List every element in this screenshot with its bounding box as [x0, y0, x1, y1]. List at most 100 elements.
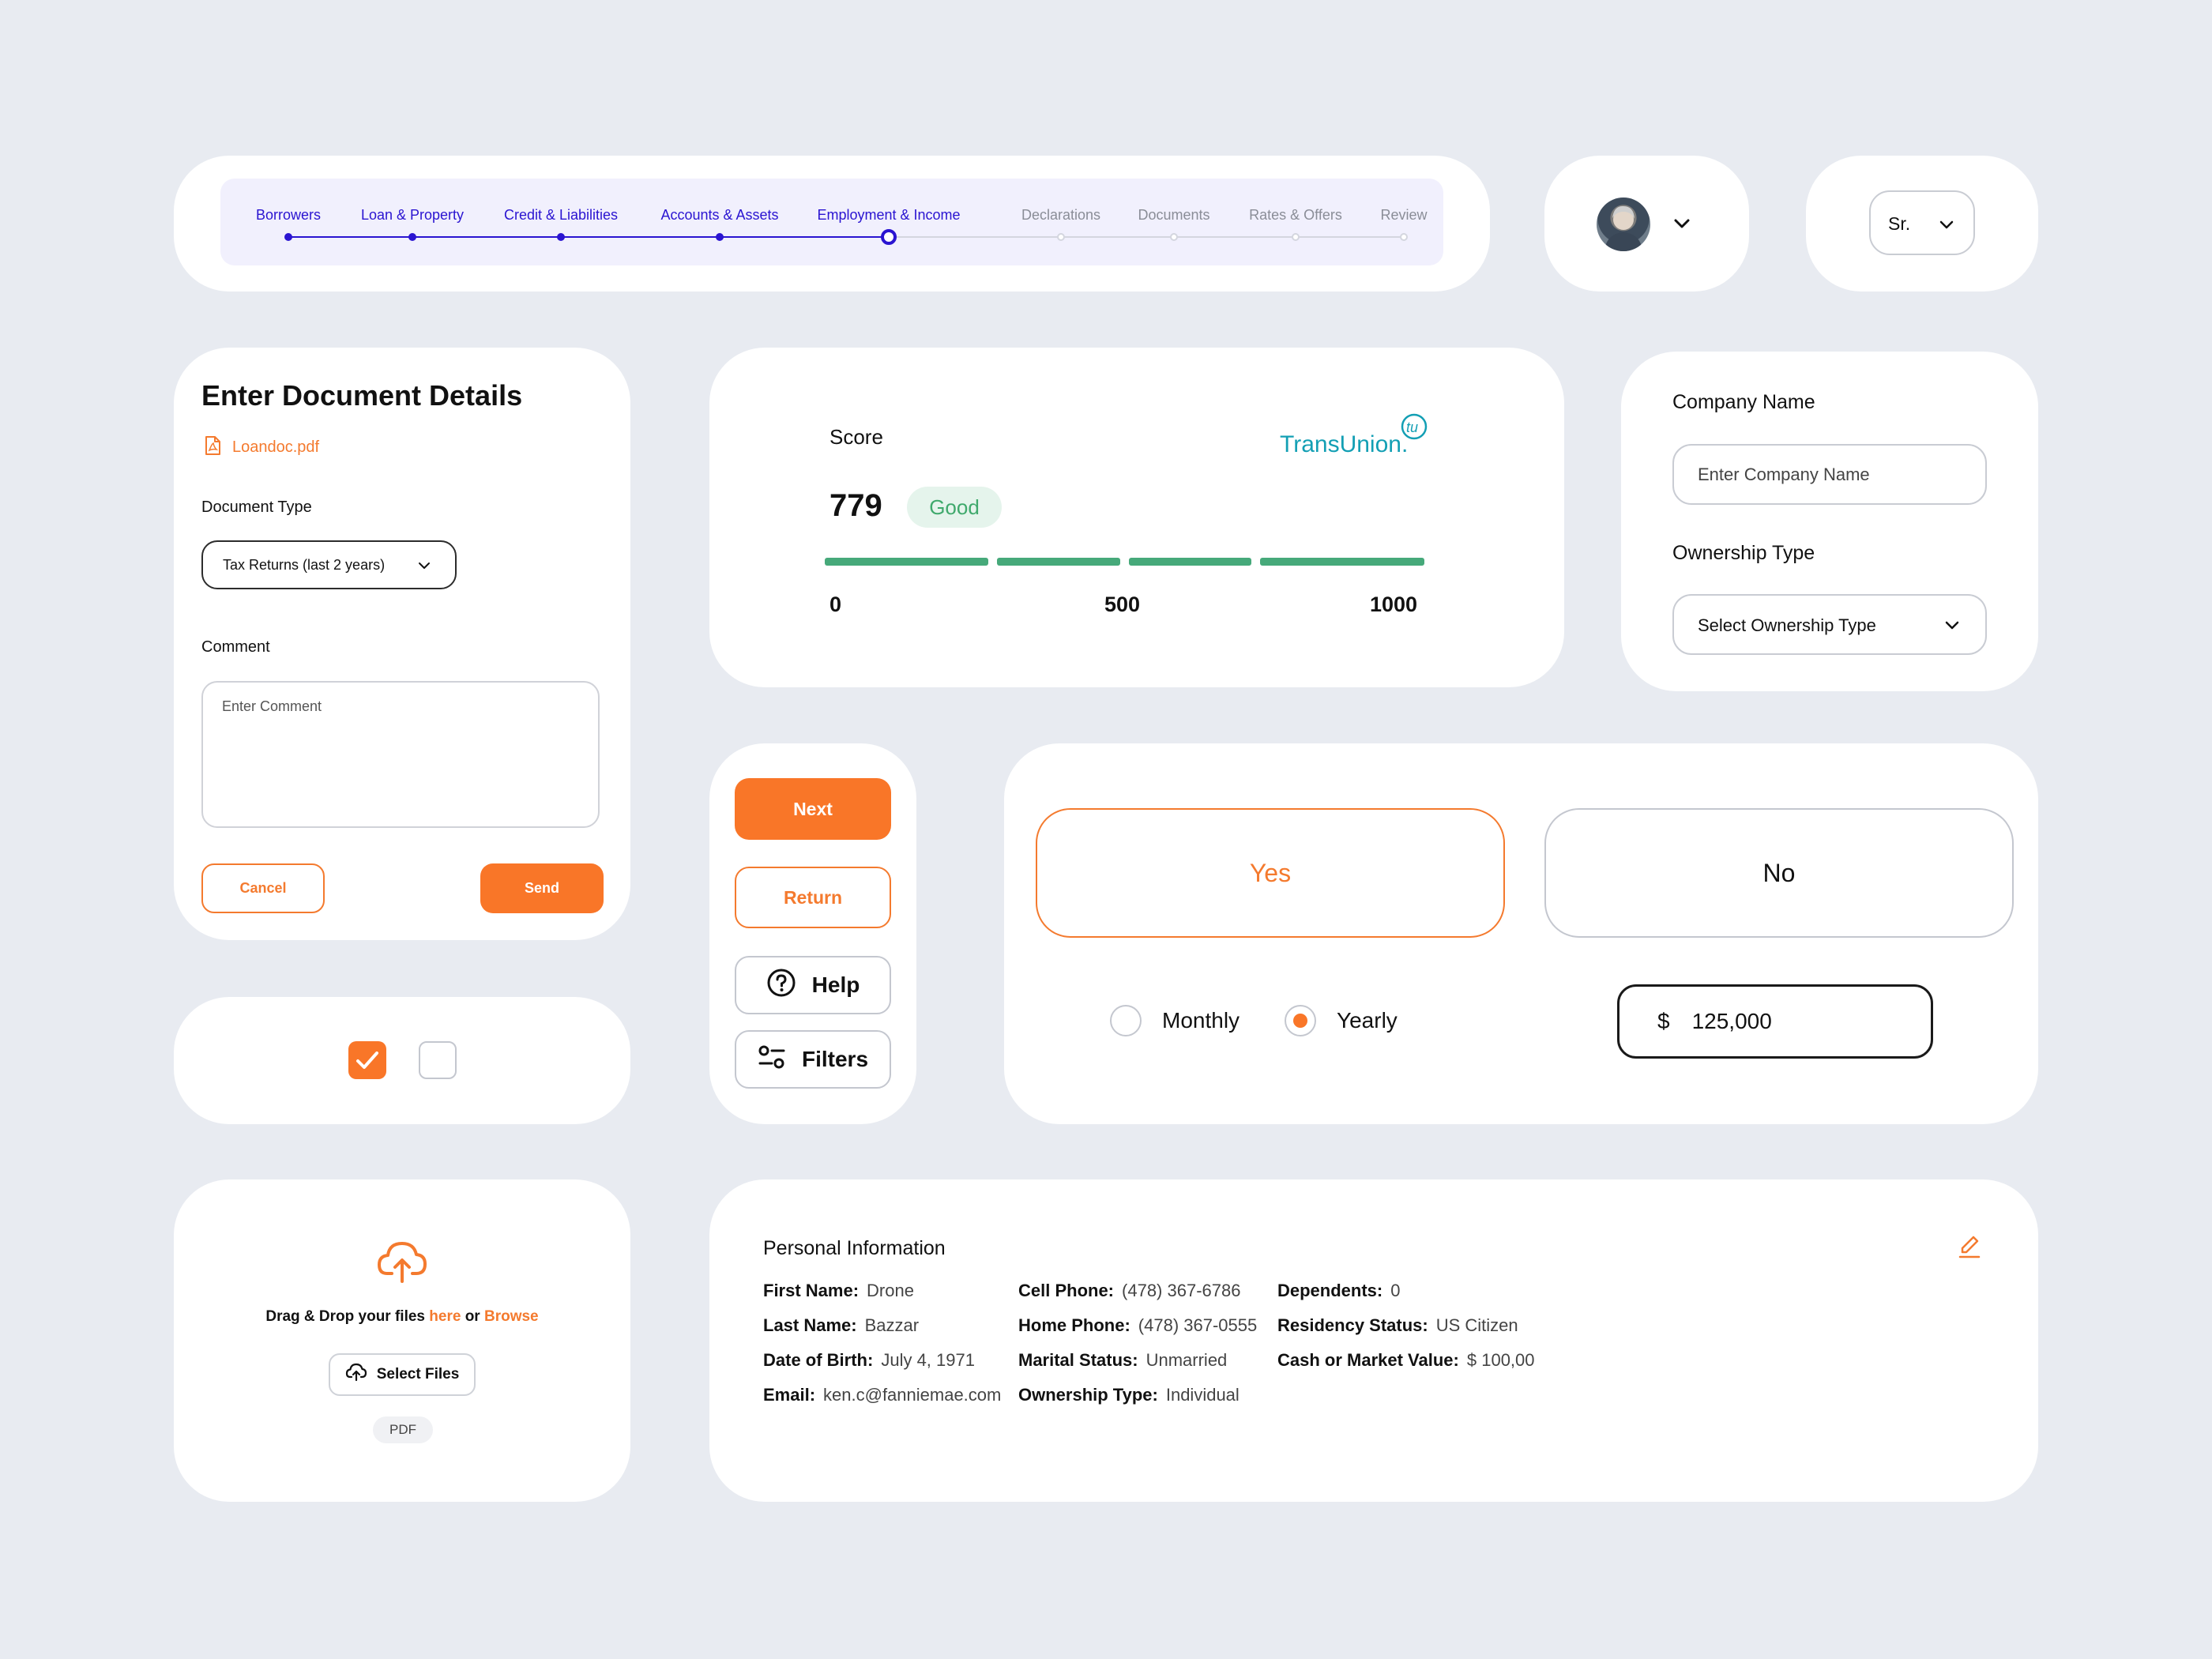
salutation-select[interactable]: Sr.	[1869, 190, 1975, 255]
info-field: Date of Birth: July 4, 1971	[763, 1350, 975, 1371]
stepper-step-dot[interactable]	[1292, 233, 1300, 241]
checkbox-checked[interactable]	[348, 1041, 386, 1079]
radio-label: Yearly	[1337, 1008, 1398, 1033]
document-type-select[interactable]: Tax Returns (last 2 years)	[201, 540, 457, 589]
score-bar-segment	[1129, 558, 1251, 566]
stepper-step-label[interactable]: Employment & Income	[817, 207, 960, 224]
info-field: Dependents: 0	[1277, 1281, 1401, 1301]
info-field-value: 0	[1390, 1281, 1401, 1300]
return-button[interactable]: Return	[735, 867, 891, 928]
stepper-connector	[720, 236, 889, 238]
user-avatar[interactable]	[1597, 198, 1650, 251]
info-field: Last Name: Bazzar	[763, 1315, 919, 1336]
info-field-label: Date of Birth:	[763, 1350, 874, 1370]
stepper-step-label[interactable]: Borrowers	[256, 207, 321, 224]
browse-link[interactable]: Browse	[484, 1308, 539, 1325]
stepper-step-dot[interactable]	[716, 233, 724, 241]
ownership-type-placeholder: Select Ownership Type	[1698, 615, 1876, 635]
radio-button[interactable]	[1110, 1005, 1142, 1036]
stepper-step-dot[interactable]	[1400, 233, 1408, 241]
salutation-value: Sr.	[1888, 213, 1911, 234]
amount-input[interactable]: $ 125,000	[1617, 984, 1933, 1059]
help-button[interactable]: Help	[735, 956, 891, 1014]
stepper-connector	[412, 236, 561, 238]
comment-label: Comment	[201, 638, 270, 656]
score-label: Score	[830, 425, 883, 449]
stepper-step-label[interactable]: Rates & Offers	[1249, 207, 1342, 224]
comment-input[interactable]	[201, 681, 600, 828]
attached-file[interactable]: Loandoc.pdf	[204, 436, 319, 459]
stepper-step-dot[interactable]	[1170, 233, 1178, 241]
svg-text:tu: tu	[1406, 419, 1418, 435]
company-card: Company Name Ownership Type Select Owner…	[1621, 352, 2038, 691]
info-field-label: Email:	[763, 1385, 816, 1405]
salutation-card: Sr.	[1806, 156, 2038, 292]
select-files-button[interactable]: Select Files	[329, 1353, 476, 1396]
stepper-step-dot[interactable]	[1057, 233, 1065, 241]
radio-button-selected[interactable]	[1285, 1005, 1316, 1036]
company-name-label: Company Name	[1672, 391, 1815, 413]
info-field-value: US Citizen	[1435, 1315, 1518, 1335]
info-field-label: Last Name:	[763, 1315, 857, 1335]
yes-option[interactable]: Yes	[1036, 808, 1505, 938]
stepper-step-label[interactable]: Review	[1380, 207, 1427, 224]
score-value: 779	[830, 488, 882, 523]
document-type-value: Tax Returns (last 2 years)	[223, 557, 386, 573]
score-bar-segment	[1260, 558, 1424, 566]
checkbox-card	[174, 997, 630, 1124]
checkbox-unchecked[interactable]	[419, 1041, 457, 1079]
info-field-value: $ 100,00	[1466, 1350, 1535, 1370]
info-field-label: Cell Phone:	[1018, 1281, 1115, 1300]
ownership-type-select[interactable]: Select Ownership Type	[1672, 594, 1987, 655]
stepper-step-label[interactable]: Documents	[1138, 207, 1209, 224]
here-link[interactable]: here	[429, 1308, 461, 1325]
cloud-upload-icon	[376, 1239, 428, 1288]
info-field: Marital Status: Unmarried	[1018, 1350, 1227, 1371]
stepper-step-label[interactable]: Credit & Liabilities	[504, 207, 618, 224]
stepper-connector	[288, 236, 412, 238]
chevron-down-icon	[416, 558, 432, 577]
svg-text:TransUnion.: TransUnion.	[1280, 431, 1408, 457]
currency-symbol: $	[1657, 1009, 1670, 1033]
info-field: Home Phone: (478) 367-0555	[1018, 1315, 1257, 1336]
document-details-card: Enter Document Details Loandoc.pdf Docum…	[174, 348, 630, 940]
info-field-value: Unmarried	[1146, 1350, 1228, 1370]
info-field-value: Individual	[1165, 1385, 1240, 1405]
select-files-label: Select Files	[376, 1366, 460, 1382]
ownership-type-label: Ownership Type	[1672, 542, 1815, 564]
stepper-step-dot[interactable]	[284, 233, 292, 241]
info-field-value: (478) 367-0555	[1138, 1315, 1258, 1335]
credit-score-card: Score TransUnion. tu 779 Good 0 500 1000	[709, 348, 1564, 687]
next-button[interactable]: Next	[735, 778, 891, 840]
stepper-connector	[889, 236, 1061, 238]
stepper-step-label[interactable]: Declarations	[1021, 207, 1100, 224]
yes-no-choice-card: Yes No Monthly Yearly $ 125,000	[1004, 743, 2038, 1124]
score-tick-min: 0	[830, 592, 842, 616]
file-upload-card[interactable]: Drag & Drop your files here or Browse Se…	[174, 1179, 630, 1502]
upload-instructions: Drag & Drop your files here or Browse	[174, 1308, 630, 1326]
filters-button[interactable]: Filters	[735, 1030, 891, 1089]
stepper-step-dot[interactable]	[881, 229, 897, 245]
send-button[interactable]: Send	[480, 863, 604, 913]
stepper-step-label[interactable]: Loan & Property	[361, 207, 464, 224]
stepper-step-label[interactable]: Accounts & Assets	[660, 207, 778, 224]
help-icon	[766, 968, 796, 1003]
stepper-step-dot[interactable]	[408, 233, 416, 241]
stepper-step-dot[interactable]	[557, 233, 565, 241]
company-name-input[interactable]	[1672, 444, 1987, 505]
amount-value: 125,000	[1691, 1009, 1772, 1033]
radio-monthly[interactable]: Monthly	[1110, 1005, 1240, 1036]
info-field-label: Cash or Market Value:	[1277, 1350, 1459, 1370]
transunion-logo: TransUnion. tu	[1280, 411, 1430, 462]
chevron-down-icon[interactable]	[1671, 213, 1693, 239]
cancel-button[interactable]: Cancel	[201, 863, 325, 913]
pdf-file-icon	[204, 436, 221, 459]
radio-yearly[interactable]: Yearly	[1285, 1005, 1398, 1036]
filters-icon	[758, 1044, 786, 1076]
profile-menu[interactable]	[1544, 156, 1749, 292]
score-tick-mid: 500	[1104, 592, 1141, 616]
no-option[interactable]: No	[1544, 808, 2014, 938]
score-rating-badge: Good	[907, 487, 1002, 528]
edit-icon[interactable]	[1956, 1233, 1983, 1264]
info-field: Ownership Type: Individual	[1018, 1385, 1240, 1405]
